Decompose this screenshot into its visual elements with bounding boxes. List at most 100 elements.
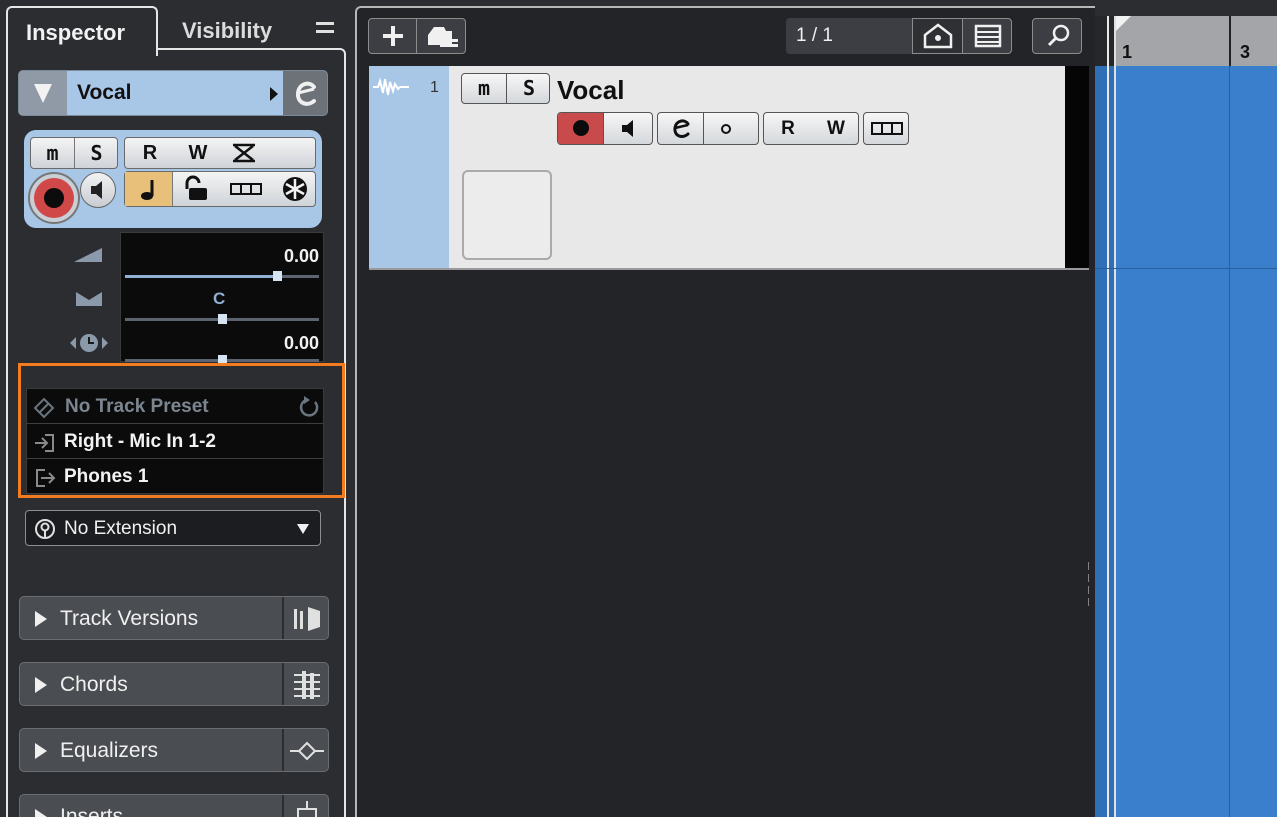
tab-visibility-label: Visibility (182, 18, 273, 43)
search-icon (1047, 24, 1070, 47)
mute-button[interactable]: m (31, 138, 75, 168)
equalizer-icon[interactable] (282, 729, 328, 771)
edit-channel-button[interactable] (283, 71, 327, 115)
expand-triangle-icon (35, 677, 47, 693)
dropdown-arrow-icon (296, 523, 310, 535)
left-locator-marker[interactable] (1115, 16, 1131, 32)
project-event-area[interactable] (1095, 66, 1277, 817)
track-write-button[interactable]: W (812, 113, 858, 144)
collapse-toggle[interactable] (19, 71, 67, 115)
home-zoom-button[interactable] (913, 19, 963, 53)
lock-icon[interactable] (175, 172, 219, 206)
volume-fader[interactable] (125, 271, 319, 281)
write-button[interactable]: W (175, 138, 221, 168)
section-equalizers-label: Equalizers (60, 739, 159, 762)
input-routing-row[interactable]: Right - Mic In 1-2 (27, 424, 323, 459)
track-folder-icon[interactable] (418, 19, 466, 53)
track-preset-row[interactable]: No Track Preset (27, 389, 323, 424)
section-inserts-label: Inserts (60, 805, 124, 817)
track-lanes-button[interactable] (863, 112, 909, 145)
extension-label: No Extension (64, 518, 178, 539)
expand-triangle-icon (35, 809, 47, 817)
track-meter (1065, 66, 1089, 270)
expand-triangle-icon (35, 611, 47, 627)
search-button[interactable] (1032, 18, 1082, 54)
track-gridline (1095, 268, 1277, 269)
list-view-button[interactable] (964, 19, 1012, 53)
chevron-right-icon[interactable] (269, 86, 279, 102)
track-name[interactable]: Vocal (557, 75, 624, 106)
volume-fader-handle[interactable] (273, 271, 282, 281)
tab-inspector[interactable]: Inspector (6, 6, 158, 56)
pan-icon (74, 290, 104, 308)
output-routing-row[interactable]: Phones 1 (27, 459, 323, 494)
ruler-cycle-range[interactable] (1115, 16, 1277, 66)
track-edit-group (657, 112, 759, 145)
output-icon (33, 467, 57, 489)
channel-faders: 0.00 C 0.00 (120, 232, 324, 365)
extension-dropdown[interactable]: No Extension (25, 510, 321, 546)
track-inserts-state-icon[interactable] (704, 113, 758, 144)
ruler-bar-3: 3 (1240, 42, 1251, 62)
track-counter: 1 / 1 (786, 18, 914, 54)
track-solo-button[interactable]: S (507, 74, 549, 103)
mute-solo-group: m S (30, 137, 118, 169)
suspend-automation-icon[interactable] (225, 141, 271, 165)
output-routing-label: Phones 1 (64, 466, 149, 487)
tab-visibility[interactable]: Visibility (158, 6, 298, 50)
volume-icon (72, 246, 104, 264)
lanes-icon[interactable] (223, 172, 269, 206)
chords-icon[interactable] (282, 663, 328, 705)
track-record-monitor-group (557, 112, 653, 145)
inserts-icon[interactable] (282, 795, 328, 817)
solo-button[interactable]: S (75, 138, 118, 168)
track-mute-solo-group: m S (461, 73, 550, 104)
track-monitor-button[interactable] (604, 113, 652, 144)
delay-slider[interactable] (125, 355, 319, 365)
pan-value[interactable]: C (213, 289, 225, 309)
inspector-track-name: Vocal (77, 81, 132, 104)
track-edit-channel-button[interactable] (658, 113, 704, 144)
delay-icon (68, 332, 110, 354)
reset-icon[interactable] (297, 395, 321, 419)
track-versions-icon[interactable] (282, 597, 328, 639)
bar-gridline (1229, 66, 1230, 817)
delay-value[interactable]: 0.00 (284, 333, 319, 354)
read-button[interactable]: R (125, 138, 175, 168)
preset-routing-box: No Track Preset Right - Mic In 1-2 Phone… (26, 388, 324, 494)
track-mute-button[interactable]: m (462, 74, 507, 103)
pan-slider[interactable] (125, 314, 319, 324)
section-track-versions[interactable]: Track Versions (19, 596, 329, 640)
section-inserts[interactable]: Inserts (19, 794, 329, 817)
record-enable-button[interactable] (28, 172, 80, 224)
section-track-versions-label: Track Versions (60, 607, 199, 630)
preset-icon (33, 397, 55, 419)
monitor-button[interactable] (80, 172, 116, 208)
inspector-panel: Inspector Visibility Vocal m S R W 0.00 … (0, 0, 352, 817)
cursor-line[interactable] (1107, 16, 1109, 817)
audio-waveform-icon (372, 76, 410, 98)
track-record-button[interactable] (558, 113, 604, 144)
menu-icon[interactable] (314, 20, 336, 36)
input-routing-label: Right - Mic In 1-2 (64, 431, 216, 452)
track-options-group (124, 171, 316, 207)
track-automation-group: R W (763, 112, 859, 145)
freeze-icon[interactable] (273, 172, 317, 206)
pan-slider-handle[interactable] (218, 314, 227, 324)
musical-mode-icon[interactable] (125, 172, 173, 206)
track-read-button[interactable]: R (764, 113, 812, 144)
volume-value[interactable]: 0.00 (284, 246, 319, 267)
inspector-track-name-bar[interactable]: Vocal (18, 70, 328, 116)
section-chords[interactable]: Chords (19, 662, 329, 706)
view-options-group (912, 18, 1012, 54)
section-equalizers[interactable]: Equalizers (19, 728, 329, 772)
expand-triangle-icon (35, 743, 47, 759)
track-picture-slot[interactable] (462, 170, 552, 260)
automation-group: R W (124, 137, 316, 169)
tab-inspector-label: Inspector (26, 20, 126, 45)
section-chords-label: Chords (60, 673, 128, 696)
ruler-tick (1229, 16, 1231, 66)
track-number: 1 (430, 79, 439, 96)
add-track-button[interactable] (369, 19, 417, 53)
track-toolbar-group (368, 18, 466, 54)
